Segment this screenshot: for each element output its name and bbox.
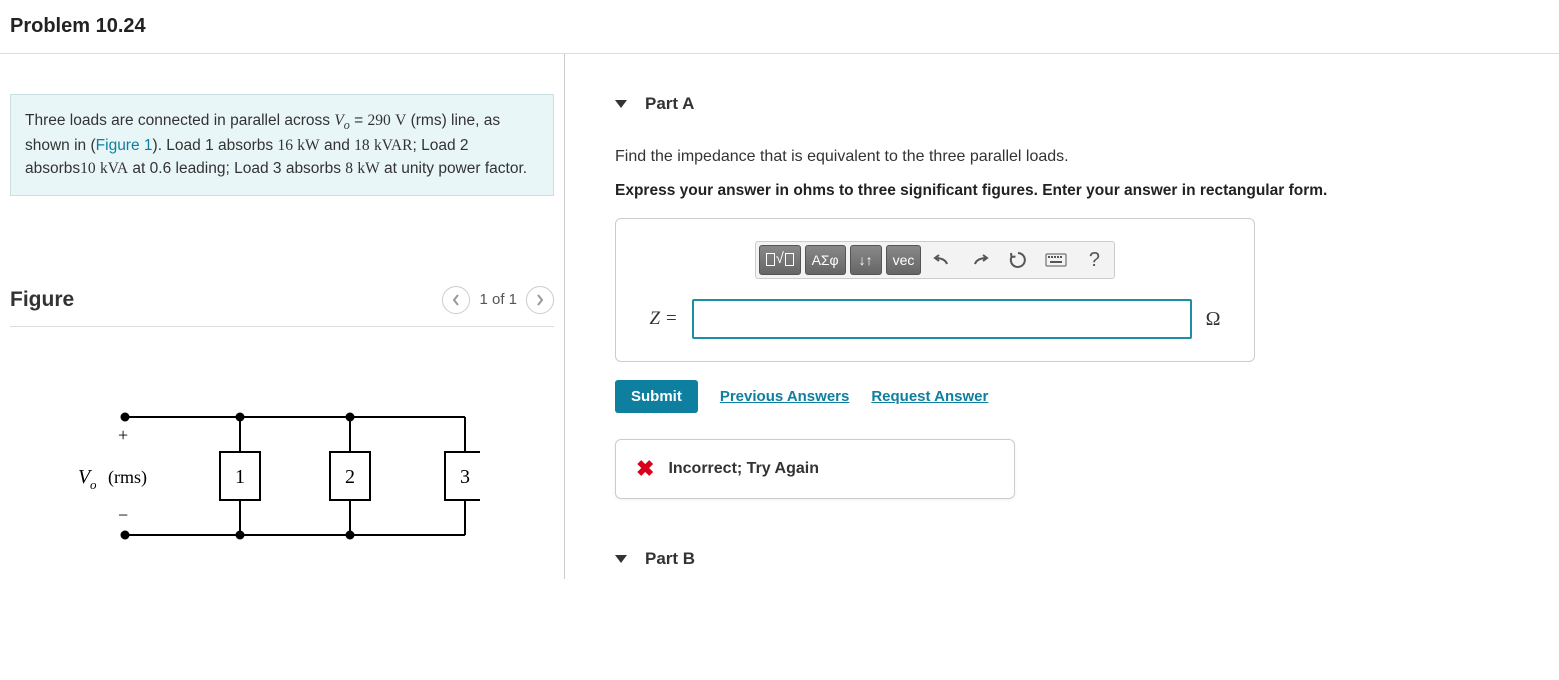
source-note: (rms) bbox=[108, 467, 147, 488]
submit-button[interactable]: Submit bbox=[615, 380, 698, 413]
problem-statement: Three loads are connected in parallel ac… bbox=[10, 94, 554, 196]
redo-icon bbox=[971, 252, 989, 268]
l2-su: kVA bbox=[100, 160, 128, 177]
l1-p: 16 bbox=[277, 137, 293, 154]
plus-sign: + bbox=[118, 425, 128, 445]
figure-counter: 1 of 1 bbox=[479, 291, 517, 308]
var-vo: V bbox=[334, 112, 343, 129]
l1-pu: kW bbox=[297, 137, 319, 154]
subscript-button[interactable]: ↓↑ bbox=[850, 245, 882, 275]
feedback-text: Incorrect; Try Again bbox=[668, 460, 819, 478]
text: at 0.6 leading; Load 3 absorbs bbox=[128, 160, 345, 177]
vo-note: (rms) bbox=[411, 112, 447, 129]
vo-value: 290 bbox=[368, 112, 391, 129]
part-b-label: Part B bbox=[645, 549, 695, 569]
part-a-instruction: Find the impedance that is equivalent to… bbox=[615, 148, 1539, 166]
feedback-box: ✖ Incorrect; Try Again bbox=[615, 439, 1015, 499]
text: at unity power factor. bbox=[380, 160, 527, 177]
l1-q: 18 bbox=[354, 137, 370, 154]
greek-button[interactable]: ΑΣφ bbox=[805, 245, 846, 275]
figure-link[interactable]: Figure 1 bbox=[96, 137, 153, 154]
answer-input[interactable] bbox=[692, 299, 1192, 339]
undo-button[interactable] bbox=[925, 245, 959, 275]
l3-p: 8 bbox=[345, 160, 353, 177]
answer-unit: Ω bbox=[1206, 308, 1221, 331]
part-a-instruction-bold: Express your answer in ohms to three sig… bbox=[615, 182, 1539, 200]
text: = bbox=[350, 112, 368, 129]
answer-variable: Z = bbox=[649, 308, 677, 330]
circuit-figure: 1 2 3 + − V o (rms) bbox=[70, 387, 554, 561]
load-1-label: 1 bbox=[235, 466, 245, 488]
chevron-right-icon bbox=[536, 294, 544, 306]
help-button[interactable]: ? bbox=[1077, 245, 1111, 275]
load-3-label: 3 bbox=[460, 466, 470, 488]
part-a-toggle[interactable] bbox=[615, 100, 627, 108]
previous-answers-link[interactable]: Previous Answers bbox=[720, 388, 850, 405]
reset-icon bbox=[1009, 251, 1027, 269]
text: ). Load 1 absorbs bbox=[153, 137, 278, 154]
part-a-label: Part A bbox=[645, 94, 694, 114]
right-column: Part A Find the impedance that is equiva… bbox=[565, 54, 1559, 579]
request-answer-link[interactable]: Request Answer bbox=[871, 388, 988, 405]
problem-title: Problem 10.24 bbox=[10, 15, 1549, 38]
equation-toolbar: √ ΑΣφ ↓↑ vec ? bbox=[755, 241, 1116, 279]
undo-icon bbox=[933, 252, 951, 268]
reset-button[interactable] bbox=[1001, 245, 1035, 275]
left-column: Three loads are connected in parallel ac… bbox=[0, 54, 565, 579]
answer-container: √ ΑΣφ ↓↑ vec ? bbox=[615, 218, 1255, 362]
vector-button[interactable]: vec bbox=[886, 245, 922, 275]
vo-unit: V bbox=[395, 112, 406, 129]
figure-prev-button[interactable] bbox=[442, 286, 470, 314]
load-2-label: 2 bbox=[345, 466, 355, 488]
figure-heading: Figure bbox=[10, 288, 74, 312]
chevron-left-icon bbox=[452, 294, 460, 306]
keyboard-icon bbox=[1045, 253, 1067, 267]
l3-pu: kW bbox=[357, 160, 379, 177]
minus-sign: − bbox=[118, 505, 128, 525]
source-sub: o bbox=[90, 477, 97, 492]
figure-next-button[interactable] bbox=[526, 286, 554, 314]
text: and bbox=[320, 137, 354, 154]
redo-button[interactable] bbox=[963, 245, 997, 275]
l1-qu: kVAR bbox=[374, 137, 412, 154]
text: Three loads are connected in parallel ac… bbox=[25, 112, 334, 129]
part-b-toggle[interactable] bbox=[615, 555, 627, 563]
keyboard-button[interactable] bbox=[1039, 245, 1073, 275]
templates-button[interactable]: √ bbox=[759, 245, 801, 275]
incorrect-icon: ✖ bbox=[636, 456, 654, 482]
l2-s: 10 bbox=[80, 160, 96, 177]
